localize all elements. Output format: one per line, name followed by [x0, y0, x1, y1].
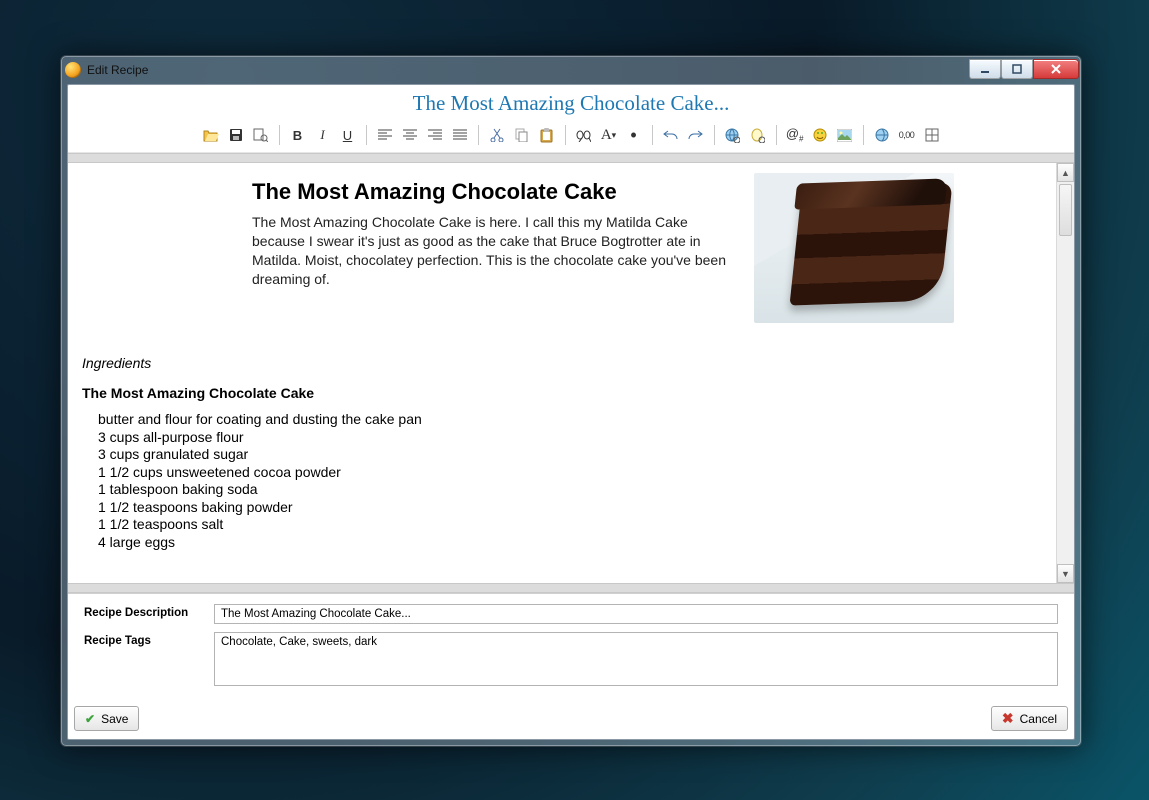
tags-input[interactable]: Chocolate, Cake, sweets, dark	[214, 632, 1058, 686]
editor-area: The Most Amazing Chocolate Cake The Most…	[68, 163, 1074, 583]
toolbar: B I U A▾ • @#	[68, 120, 1074, 153]
section-name: The Most Amazing Chocolate Cake	[82, 385, 1042, 401]
number-format-icon[interactable]: 0,00	[895, 123, 919, 147]
link-globe-icon[interactable]	[721, 123, 745, 147]
maximize-button[interactable]	[1001, 59, 1033, 79]
content-blurb: The Most Amazing Chocolate Cake is here.…	[252, 213, 742, 289]
table-icon[interactable]	[920, 123, 944, 147]
separator	[68, 583, 1074, 593]
align-left-icon[interactable]	[373, 123, 397, 147]
scroll-up-icon[interactable]: ▲	[1057, 163, 1074, 182]
align-center-icon[interactable]	[398, 123, 422, 147]
image-icon[interactable]	[833, 123, 857, 147]
window: Edit Recipe The Most Amazing Chocolate C…	[60, 55, 1082, 747]
find-icon[interactable]	[572, 123, 596, 147]
italic-icon[interactable]: I	[311, 123, 335, 147]
save-button[interactable]: ✔ Save	[74, 706, 139, 731]
client-area: The Most Amazing Chocolate Cake... B I U…	[67, 84, 1075, 740]
separator	[68, 153, 1074, 163]
open-icon[interactable]	[199, 123, 223, 147]
hyperlink-icon[interactable]	[870, 123, 894, 147]
cancel-label: Cancel	[1020, 712, 1057, 726]
redo-icon[interactable]	[684, 123, 708, 147]
close-button[interactable]	[1033, 59, 1079, 79]
list-item: 1 tablespoon baking soda	[98, 481, 1042, 499]
list-item: 1 1/2 teaspoons salt	[98, 516, 1042, 534]
attachment-icon[interactable]	[746, 123, 770, 147]
editor[interactable]: The Most Amazing Chocolate Cake The Most…	[68, 163, 1056, 583]
recipe-image	[754, 173, 954, 323]
bold-icon[interactable]: B	[286, 123, 310, 147]
titlebar[interactable]: Edit Recipe	[61, 56, 1081, 84]
content-heading: The Most Amazing Chocolate Cake	[252, 179, 742, 205]
ingredients-list: butter and flour for coating and dusting…	[82, 411, 1042, 551]
bullet-icon[interactable]: •	[622, 123, 646, 147]
ingredients-label: Ingredients	[82, 355, 1042, 371]
window-buttons	[969, 59, 1079, 79]
tags-label: Recipe Tags	[84, 632, 214, 647]
list-item: 1 1/2 teaspoons baking powder	[98, 499, 1042, 517]
align-right-icon[interactable]	[423, 123, 447, 147]
cut-icon[interactable]	[485, 123, 509, 147]
font-icon[interactable]: A▾	[597, 123, 621, 147]
scroll-thumb[interactable]	[1059, 184, 1072, 236]
description-label: Recipe Description	[84, 604, 214, 619]
emoji-icon[interactable]	[808, 123, 832, 147]
description-input[interactable]	[214, 604, 1058, 624]
list-item: 4 large eggs	[98, 534, 1042, 552]
x-icon: ✖	[1002, 710, 1014, 727]
undo-icon[interactable]	[659, 123, 683, 147]
copy-icon[interactable]	[510, 123, 534, 147]
footer: ✔ Save ✖ Cancel	[68, 702, 1074, 739]
check-icon: ✔	[85, 712, 95, 726]
minimize-button[interactable]	[969, 59, 1001, 79]
align-justify-icon[interactable]	[448, 123, 472, 147]
print-preview-icon[interactable]	[249, 123, 273, 147]
list-item: 3 cups granulated sugar	[98, 446, 1042, 464]
paste-icon[interactable]	[535, 123, 559, 147]
list-item: 3 cups all-purpose flour	[98, 429, 1042, 447]
underline-icon[interactable]: U	[336, 123, 360, 147]
app-icon	[65, 62, 81, 78]
save-icon[interactable]	[224, 123, 248, 147]
list-item: butter and flour for coating and dusting…	[98, 411, 1042, 429]
scroll-down-icon[interactable]: ▼	[1057, 564, 1074, 583]
list-item: 1 1/2 cups unsweetened cocoa powder	[98, 464, 1042, 482]
bottom-panel: Recipe Description Recipe Tags Chocolate…	[68, 593, 1074, 702]
scrollbar[interactable]: ▲ ▼	[1056, 163, 1074, 583]
document-title: The Most Amazing Chocolate Cake...	[68, 85, 1074, 120]
cancel-button[interactable]: ✖ Cancel	[991, 706, 1068, 731]
anchor-icon[interactable]: @#	[783, 123, 807, 147]
save-label: Save	[101, 712, 128, 726]
window-title: Edit Recipe	[87, 63, 969, 77]
